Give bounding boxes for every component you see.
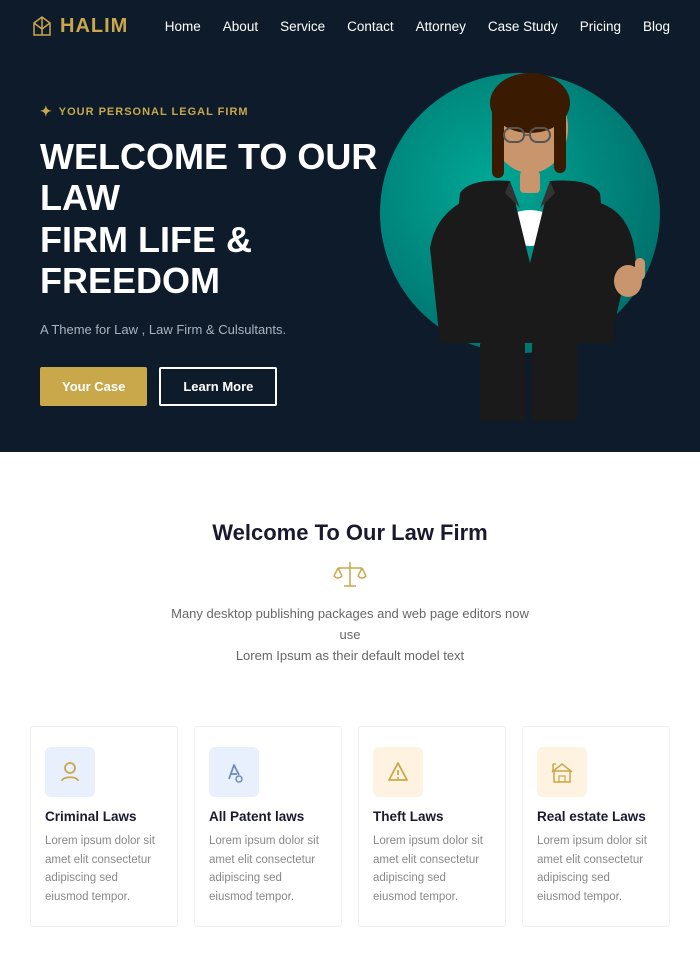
realestate-laws-text: Lorem ipsum dolor sit amet elit consecte… (537, 832, 655, 906)
nav-item-casestudy[interactable]: Case Study (488, 18, 558, 36)
logo[interactable]: HALIM (30, 15, 128, 39)
theft-laws-icon (385, 759, 411, 785)
navbar: HALIM Home About Service Contact Attorne… (0, 0, 700, 53)
your-case-button[interactable]: Your Case (40, 367, 147, 406)
patent-laws-icon-wrap (209, 747, 259, 797)
nav-item-service[interactable]: Service (280, 18, 325, 36)
criminal-laws-title: Criminal Laws (45, 809, 163, 824)
hero-subtitle: A Theme for Law , Law Firm & Culsultants… (40, 320, 420, 340)
realestate-laws-icon-wrap (537, 747, 587, 797)
hero-section: ✦ YOUR PERSONAL LEGAL FIRM WELCOME TO OU… (0, 53, 700, 466)
logo-text: HALIM (60, 15, 128, 38)
welcome-description: Many desktop publishing packages and web… (160, 604, 540, 666)
service-card-realestate: Real estate Laws Lorem ipsum dolor sit a… (522, 726, 670, 927)
learn-more-button[interactable]: Learn More (159, 367, 277, 406)
nav-link-contact[interactable]: Contact (347, 19, 394, 34)
patent-laws-text: Lorem ipsum dolor sit amet elit consecte… (209, 832, 327, 906)
person-silhouette (380, 63, 660, 433)
nav-link-service[interactable]: Service (280, 19, 325, 34)
nav-link-blog[interactable]: Blog (643, 19, 670, 34)
service-card-theft: Theft Laws Lorem ipsum dolor sit amet el… (358, 726, 506, 927)
realestate-laws-title: Real estate Laws (537, 809, 655, 824)
realestate-laws-icon (549, 759, 575, 785)
nav-item-contact[interactable]: Contact (347, 18, 394, 36)
hero-title: WELCOME TO OUR LAW FIRM LIFE & FREEDOM (40, 136, 420, 302)
service-card-criminal: Criminal Laws Lorem ipsum dolor sit amet… (30, 726, 178, 927)
hero-buttons: Your Case Learn More (40, 367, 420, 406)
theft-laws-text: Lorem ipsum dolor sit amet elit consecte… (373, 832, 491, 906)
section-divider (0, 452, 700, 480)
logo-icon (30, 15, 54, 39)
nav-item-pricing[interactable]: Pricing (580, 18, 621, 36)
pin-icon: ✦ (40, 103, 53, 120)
patent-laws-title: All Patent laws (209, 809, 327, 824)
criminal-laws-icon-wrap (45, 747, 95, 797)
nav-item-home[interactable]: Home (165, 18, 201, 36)
nav-item-blog[interactable]: Blog (643, 18, 670, 36)
nav-item-attorney[interactable]: Attorney (416, 18, 466, 36)
nav-item-about[interactable]: About (223, 18, 258, 36)
hero-tag: ✦ YOUR PERSONAL LEGAL FIRM (40, 103, 420, 120)
welcome-section: Welcome To Our Law Firm Many desktop pub… (0, 480, 700, 716)
hero-content: ✦ YOUR PERSONAL LEGAL FIRM WELCOME TO OU… (40, 103, 420, 406)
theft-laws-title: Theft Laws (373, 809, 491, 824)
welcome-title: Welcome To Our Law Firm (40, 520, 660, 546)
criminal-laws-icon (57, 759, 83, 785)
criminal-laws-text: Lorem ipsum dolor sit amet elit consecte… (45, 832, 163, 906)
nav-link-about[interactable]: About (223, 19, 258, 34)
nav-link-pricing[interactable]: Pricing (580, 19, 621, 34)
nav-link-home[interactable]: Home (165, 19, 201, 34)
balance-scale-icon (40, 560, 660, 588)
nav-link-casestudy[interactable]: Case Study (488, 19, 558, 34)
nav-link-attorney[interactable]: Attorney (416, 19, 466, 34)
patent-laws-icon (221, 759, 247, 785)
theft-laws-icon-wrap (373, 747, 423, 797)
services-grid: Criminal Laws Lorem ipsum dolor sit amet… (0, 716, 700, 967)
service-card-patent: All Patent laws Lorem ipsum dolor sit am… (194, 726, 342, 927)
nav-links: Home About Service Contact Attorney Case… (165, 18, 670, 36)
